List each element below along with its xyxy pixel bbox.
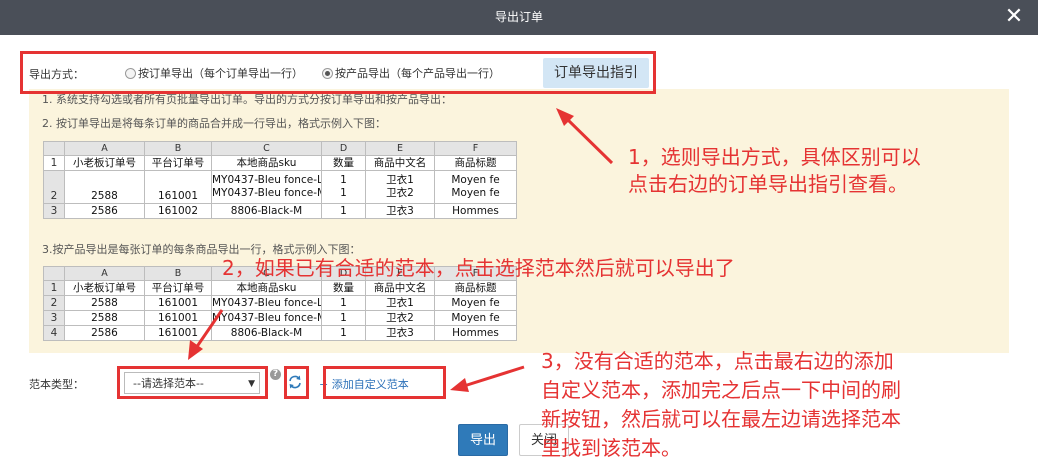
dialog-title: 导出订单 xyxy=(494,10,543,24)
corner-cell xyxy=(43,266,65,281)
table-cell: 商品中文名 xyxy=(365,155,435,171)
col-letter: B xyxy=(144,141,212,156)
col-letter: D xyxy=(321,141,366,156)
annotation-3-line-1: 3，没有合适的范本，点击最右边的添加 xyxy=(541,349,894,373)
col-letter: E xyxy=(365,141,435,156)
table-cell: 卫衣1 xyxy=(365,295,435,311)
table-cell: 2586 xyxy=(64,203,145,219)
table-cell: 2588 xyxy=(64,295,145,311)
callout-box-refresh xyxy=(284,366,309,399)
table-cell: 11 xyxy=(321,170,366,204)
table-cell-line: Moyen fe xyxy=(451,187,500,199)
row-number: 2 xyxy=(43,170,65,204)
table-colhdr-row: A B C D E F xyxy=(43,141,517,156)
table-cell-line: 卫衣1 xyxy=(386,174,414,186)
row-number: 2 xyxy=(43,295,65,311)
export-button[interactable]: 导出 xyxy=(458,424,508,456)
annotation-3-line-4: 里找到该范本。 xyxy=(541,436,681,460)
table-cell: 平台订单号 xyxy=(144,280,212,296)
table-cell: 161001 xyxy=(144,170,212,204)
table-cell: 商品中文名 xyxy=(365,280,435,296)
table-cell: 数量 xyxy=(321,280,366,296)
row-number: 3 xyxy=(43,203,65,219)
annotation-2: 2，如果已有合适的范本，点击选择范本然后就可以导出了 xyxy=(222,256,735,280)
table-cell: 1 xyxy=(321,203,366,219)
table-cell: MY0437-Bleu fonce-L MY0437-Bleu fonce-M xyxy=(211,170,322,204)
table-cell: MY0437-Bleu fonce-L xyxy=(211,295,322,311)
table-cell: Moyen fe xyxy=(434,295,517,311)
table-cell: 161002 xyxy=(144,203,212,219)
table-cell-line: 卫衣2 xyxy=(386,187,414,199)
col-letter: F xyxy=(434,141,517,156)
table-cell: 2588 xyxy=(64,310,145,326)
table-row: 4 2586 161001 8806-Black-M 1 卫衣3 Hommes xyxy=(43,325,517,341)
table-cell: 平台订单号 xyxy=(144,155,212,171)
table-row: 1 小老板订单号 平台订单号 本地商品sku 数量 商品中文名 商品标题 xyxy=(43,280,517,296)
table-cell: Hommes xyxy=(434,325,517,341)
table-cell: 8806-Black-M xyxy=(211,203,322,219)
col-letter: A xyxy=(64,141,145,156)
table-row: 1 小老板订单号 平台订单号 本地商品sku 数量 商品中文名 商品标题 xyxy=(43,155,517,171)
row-number: 3 xyxy=(43,310,65,326)
table-cell: 商品标题 xyxy=(434,155,517,171)
table-cell: Moyen fe Moyen fe xyxy=(434,170,517,204)
row-number: 4 xyxy=(43,325,65,341)
table-cell-line: Moyen fe xyxy=(451,174,500,186)
instruction-panel: 1. 系统支持勾选或者所有页批量导出订单。导出的方式分按订单导出和按产品导出： … xyxy=(29,89,1009,353)
table-cell: 161001 xyxy=(144,295,212,311)
table-cell: 161001 xyxy=(144,325,212,341)
annotation-3-line-2: 自定义范本，添加完之后点一下中间的刷 xyxy=(541,378,901,402)
table-cell: 数量 xyxy=(321,155,366,171)
table-row: 3 2588 161001 MY0437-Bleu fonce-M 1 卫衣2 … xyxy=(43,310,517,326)
table-cell: 商品标题 xyxy=(434,280,517,296)
table-cell: Moyen fe xyxy=(434,310,517,326)
table-cell: 本地商品sku xyxy=(211,280,322,296)
table-cell: Hommes xyxy=(434,203,517,219)
corner-cell xyxy=(43,141,65,156)
table-cell-line: MY0437-Bleu fonce-L xyxy=(212,174,322,186)
annotation-3-line-3: 新按钮，然后就可以在最左边请选择范本 xyxy=(541,407,901,431)
table-cell: 卫衣3 xyxy=(365,325,435,341)
instruction-line-3: 3.按产品导出是每张订单的每条商品导出一行，格式示例入下图： xyxy=(42,243,361,256)
row-number: 1 xyxy=(43,155,65,171)
table-cell: 小老板订单号 xyxy=(64,280,145,296)
table-cell: 1 xyxy=(321,310,366,326)
col-letter: B xyxy=(144,266,212,281)
table-cell: 2588 xyxy=(64,170,145,204)
table-cell: 2586 xyxy=(64,325,145,341)
callout-box-export-method xyxy=(20,51,656,94)
table-cell: 卫衣3 xyxy=(365,203,435,219)
example-table-by-order: A B C D E F 1 小老板订单号 平台订单号 本地商品sku 数量 商品… xyxy=(43,141,517,219)
table-cell: MY0437-Bleu fonce-M xyxy=(211,310,322,326)
table-cell: 161001 xyxy=(144,310,212,326)
annotation-1-line-2: 点击右边的订单导出指引查看。 xyxy=(628,172,908,196)
help-icon[interactable]: ? xyxy=(270,369,281,380)
table-cell: 小老板订单号 xyxy=(64,155,145,171)
callout-box-template-select xyxy=(117,366,268,399)
table-cell-line: 1 xyxy=(340,174,347,186)
table-cell: 卫衣2 xyxy=(365,310,435,326)
table-cell-line: MY0437-Bleu fonce-M xyxy=(212,187,322,199)
table-row: 2 2588 161001 MY0437-Bleu fonce-L 1 卫衣1 … xyxy=(43,295,517,311)
template-type-label: 范本类型： xyxy=(29,378,84,391)
table-cell: 本地商品sku xyxy=(211,155,322,171)
row-number: 1 xyxy=(43,280,65,296)
table-cell: 卫衣1 卫衣2 xyxy=(365,170,435,204)
callout-box-add-template xyxy=(323,366,446,399)
close-icon[interactable]: ✕ xyxy=(1002,5,1026,29)
table-cell: 1 xyxy=(321,325,366,341)
table-cell: 1 xyxy=(321,295,366,311)
dialog-header: 导出订单 ✕ xyxy=(0,0,1038,35)
instruction-line-2: 2. 按订单导出是将每条订单的商品合并成一行导出，格式示例入下图： xyxy=(42,117,386,130)
table-cell: 8806-Black-M xyxy=(211,325,322,341)
annotation-1-line-1: 1，选则导出方式，具体区别可以 xyxy=(628,145,921,169)
col-letter: C xyxy=(211,141,322,156)
table-row: 3 2586 161002 8806-Black-M 1 卫衣3 Hommes xyxy=(43,203,517,219)
col-letter: A xyxy=(64,266,145,281)
table-cell-line: 1 xyxy=(340,187,347,199)
table-row: 2 2588 161001 MY0437-Bleu fonce-L MY0437-… xyxy=(43,170,517,204)
